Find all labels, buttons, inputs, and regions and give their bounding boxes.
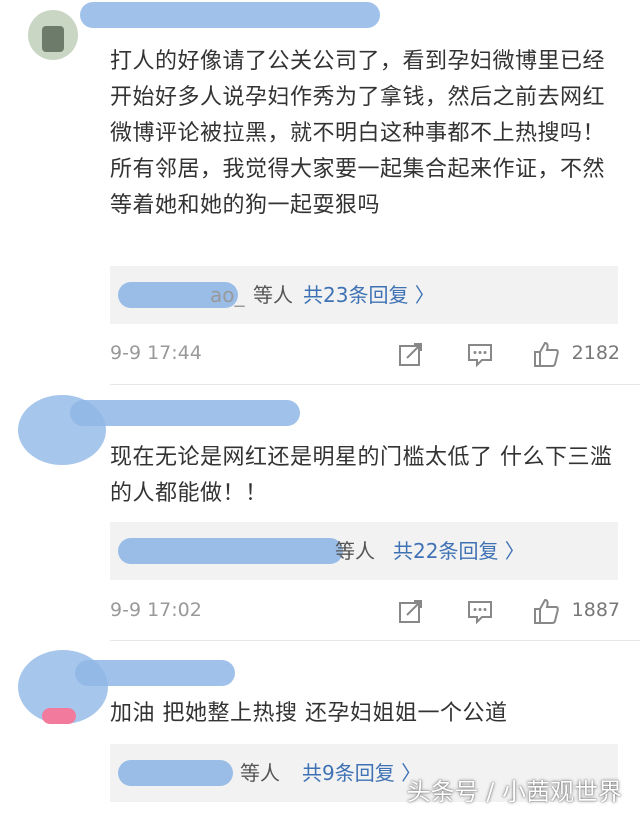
like-icon[interactable] <box>532 597 560 625</box>
comment-meta: 9-9 17:02 1887 <box>110 593 620 629</box>
timestamp: 9-9 17:02 <box>110 599 202 621</box>
share-icon[interactable] <box>397 597 425 625</box>
reply-count-link[interactable]: 共22条回复 〉 <box>393 522 525 580</box>
redacted-username <box>80 2 380 28</box>
like-icon[interactable] <box>532 340 560 368</box>
reply-others-label: 等人 <box>240 761 280 785</box>
reply-summary[interactable]: 等人 共22条回复 〉 <box>110 522 618 580</box>
comment-text: 加油 把她整上热搜 还孕妇姐姐一个公道 <box>110 701 508 726</box>
avatar[interactable] <box>28 10 78 60</box>
avatar-accent <box>42 708 76 724</box>
timestamp: 9-9 17:44 <box>110 342 202 364</box>
like-count: 1887 <box>571 599 620 621</box>
redacted-reply-names <box>118 538 343 564</box>
like-count: 2182 <box>571 342 620 364</box>
reply-summary[interactable]: ao_ 等人 共23条回复 〉 <box>110 266 618 324</box>
redacted-username <box>75 660 235 686</box>
watermark: 头条号 / 小茜观世界 <box>406 778 622 806</box>
reply-count-link[interactable]: 共9条回复 〉 <box>302 744 421 802</box>
share-icon[interactable] <box>397 340 425 368</box>
comment-text: 打人的好像请了公关公司了，看到孕妇微博里已经开始好多人说孕妇作秀为了拿钱，然后之… <box>110 49 606 218</box>
reply-names: ao_ <box>210 283 245 307</box>
divider <box>110 640 640 641</box>
comment-text: 现在无论是网红还是明星的门槛太低了 什么下三滥的人都能做！！ <box>110 445 613 506</box>
comment-icon[interactable] <box>466 597 494 625</box>
reply-others-label: 等人 <box>335 539 375 563</box>
comment-icon[interactable] <box>466 340 494 368</box>
reply-others-label: 等人 <box>253 283 293 307</box>
redacted-reply-names <box>118 760 233 786</box>
divider <box>110 384 640 385</box>
redacted-username <box>70 400 300 426</box>
reply-count-link[interactable]: 共23条回复 〉 <box>303 266 435 324</box>
comment-meta: 9-9 17:44 2182 <box>110 336 620 372</box>
